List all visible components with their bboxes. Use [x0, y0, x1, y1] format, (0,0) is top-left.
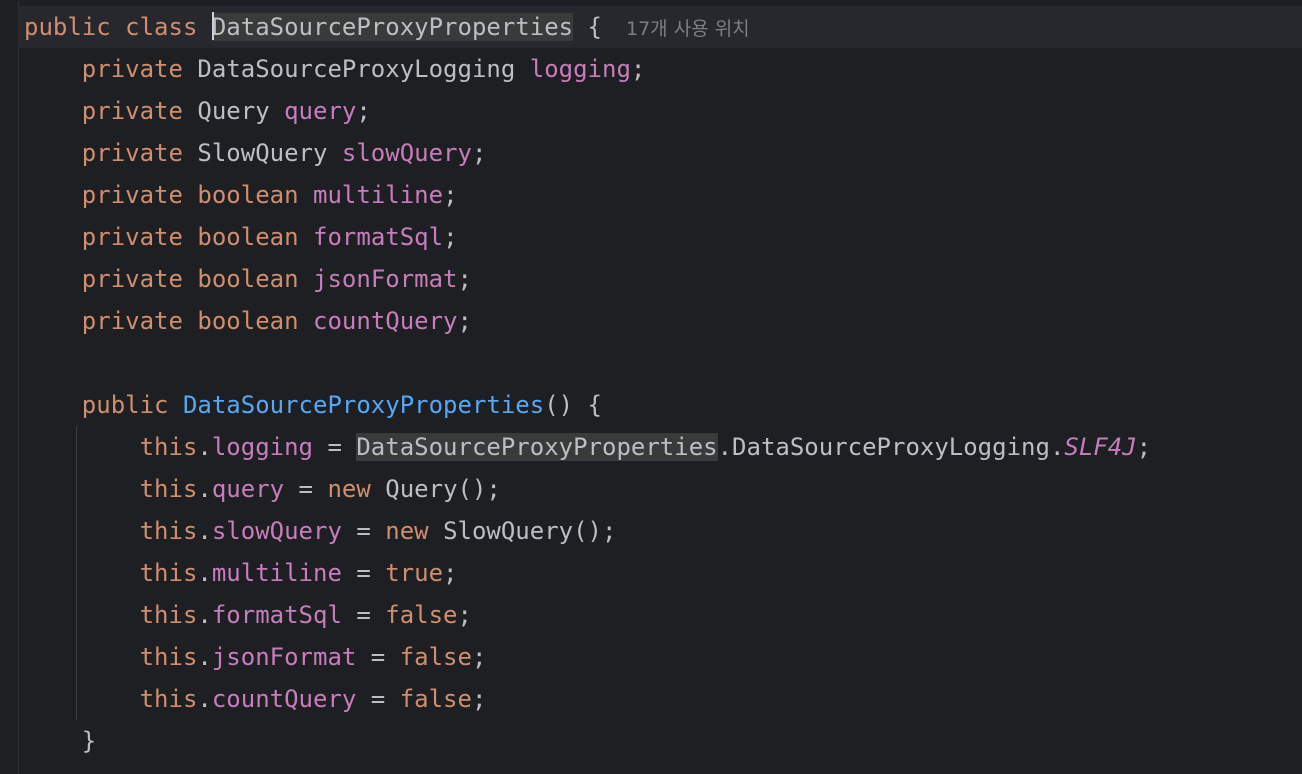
close-brace: }: [81, 727, 97, 755]
keyword-new: new: [327, 475, 371, 503]
field-name[interactable]: jsonFormat: [313, 265, 458, 293]
code-line-class-declaration[interactable]: public class DataSourceProxyProperties {…: [19, 6, 1302, 48]
code-line-assign-count-query[interactable]: this.countQuery = false;: [24, 678, 487, 720]
keyword-boolean: boolean: [197, 307, 299, 335]
keyword-this: this: [139, 685, 198, 713]
type-name[interactable]: DataSourceProxyLogging: [197, 55, 515, 83]
type-name[interactable]: DataSourceProxyLogging: [732, 433, 1050, 461]
open-brace: {: [587, 13, 602, 41]
code-line-field-multiline[interactable]: private boolean multiline;: [24, 174, 458, 216]
keyword-boolean: boolean: [197, 181, 299, 209]
class-name-usage[interactable]: DataSourceProxyProperties: [356, 433, 718, 461]
keyword-boolean: boolean: [197, 223, 299, 251]
code-line-constructor-signature[interactable]: public DataSourceProxyProperties() {: [24, 384, 602, 426]
usages-inlay-hint[interactable]: 17개 사용 위치: [626, 18, 750, 40]
field-name[interactable]: query: [212, 475, 284, 503]
keyword-new: new: [385, 517, 429, 545]
keyword-this: this: [139, 643, 198, 671]
keyword-class: class: [125, 13, 198, 41]
text-caret: [211, 12, 214, 40]
code-line-assign-json-format[interactable]: this.jsonFormat = false;: [24, 636, 487, 678]
keyword-this: this: [139, 517, 198, 545]
keyword-private: private: [81, 223, 183, 251]
field-name[interactable]: formatSql: [212, 601, 342, 629]
code-line-field-json-format[interactable]: private boolean jsonFormat;: [24, 258, 472, 300]
enum-constant[interactable]: SLF4J: [1064, 433, 1136, 461]
constructor-name[interactable]: DataSourceProxyProperties: [183, 391, 544, 419]
code-line-field-query[interactable]: private Query query;: [24, 90, 371, 132]
code-line-field-logging[interactable]: private DataSourceProxyLogging logging;: [24, 48, 646, 90]
code-line-field-format-sql[interactable]: private boolean formatSql;: [24, 216, 458, 258]
field-name[interactable]: jsonFormat: [212, 643, 357, 671]
keyword-boolean: boolean: [197, 265, 299, 293]
field-name[interactable]: logging: [530, 55, 631, 83]
editor-gutter[interactable]: [0, 0, 19, 774]
code-line-assign-query[interactable]: this.query = new Query();: [24, 468, 501, 510]
code-line-assign-multiline[interactable]: this.multiline = true;: [24, 552, 458, 594]
code-line-constructor-close[interactable]: }: [24, 720, 96, 762]
code-line-assign-format-sql[interactable]: this.formatSql = false;: [24, 594, 472, 636]
keyword-private: private: [81, 307, 183, 335]
literal-false: false: [399, 643, 472, 671]
code-line-assign-slow-query[interactable]: this.slowQuery = new SlowQuery();: [24, 510, 617, 552]
field-name[interactable]: slowQuery: [212, 517, 342, 545]
literal-true: true: [385, 559, 444, 587]
keyword-this: this: [139, 601, 198, 629]
type-name[interactable]: SlowQuery: [443, 517, 573, 545]
keyword-private: private: [81, 97, 183, 125]
field-name[interactable]: logging: [212, 433, 313, 461]
type-name[interactable]: SlowQuery: [197, 139, 327, 167]
code-line-field-count-query[interactable]: private boolean countQuery;: [24, 300, 472, 342]
keyword-private: private: [81, 139, 183, 167]
keyword-private: private: [81, 55, 183, 83]
literal-false: false: [399, 685, 472, 713]
field-name[interactable]: query: [284, 97, 356, 125]
literal-false: false: [385, 601, 458, 629]
keyword-private: private: [81, 181, 183, 209]
keyword-this: this: [139, 433, 198, 461]
keyword-public: public: [24, 13, 111, 41]
field-name[interactable]: countQuery: [313, 307, 458, 335]
type-name[interactable]: Query: [197, 97, 269, 125]
field-name[interactable]: countQuery: [212, 685, 357, 713]
keyword-public: public: [81, 391, 169, 419]
field-name[interactable]: slowQuery: [342, 139, 472, 167]
code-line-assign-logging[interactable]: this.logging = DataSourceProxyProperties…: [24, 426, 1151, 468]
keyword-this: this: [139, 559, 198, 587]
type-name[interactable]: Query: [385, 475, 457, 503]
class-name[interactable]: DataSourceProxyProperties: [211, 13, 574, 41]
keyword-private: private: [81, 265, 183, 293]
code-editor[interactable]: public class DataSourceProxyProperties {…: [0, 0, 1302, 774]
code-line-field-slow-query[interactable]: private SlowQuery slowQuery;: [24, 132, 487, 174]
field-name[interactable]: multiline: [313, 181, 443, 209]
keyword-this: this: [139, 475, 198, 503]
field-name[interactable]: formatSql: [313, 223, 443, 251]
field-name[interactable]: multiline: [212, 559, 342, 587]
